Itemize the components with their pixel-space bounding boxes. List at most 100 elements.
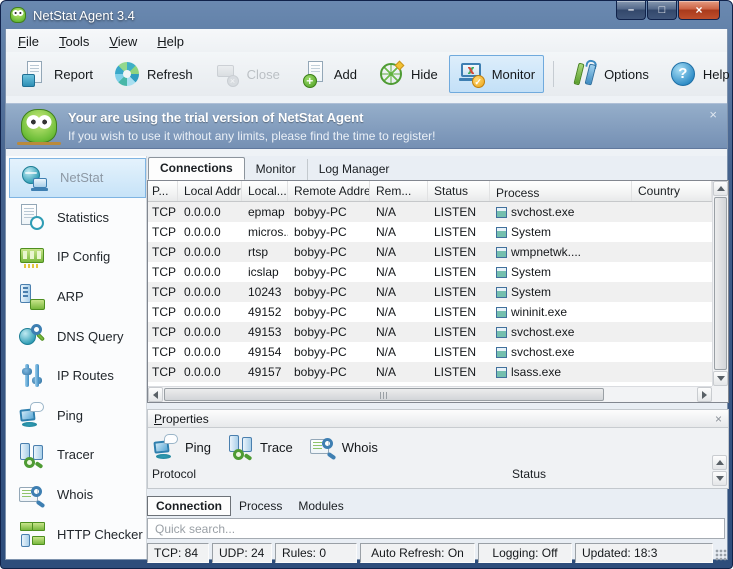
search-input[interactable] — [147, 518, 725, 539]
vertical-scroll-thumb[interactable] — [714, 197, 727, 370]
column-header-process[interactable]: Process — [490, 181, 632, 201]
detail-tab[interactable]: Connection — [147, 496, 231, 516]
toolbar-button[interactable]: Hide — [368, 55, 447, 93]
sidebar-item[interactable]: DNS Query — [6, 316, 146, 356]
column-header-status[interactable]: Status — [428, 181, 490, 201]
cell-local-address: 0.0.0.0 — [184, 265, 221, 279]
column-header-protocol[interactable]: P... — [148, 181, 178, 201]
toolbar-button[interactable]: Options — [553, 55, 658, 93]
tab[interactable]: Connections — [148, 157, 245, 180]
properties-mini-scrollbar[interactable] — [712, 455, 727, 487]
sidebar-item[interactable]: Ping — [6, 396, 146, 436]
scroll-left-button[interactable] — [148, 387, 163, 402]
table-row[interactable]: TCP 0.0.0.0 10243 bobyy-PC N/A LISTEN Sy… — [148, 282, 712, 302]
scroll-up-button[interactable] — [713, 181, 728, 196]
toolbar-button[interactable]: Close — [204, 55, 289, 93]
scroll-right-button[interactable] — [697, 387, 712, 402]
sidebar-item-label: Whois — [57, 487, 94, 503]
sidebar-item[interactable]: NetStat — [9, 158, 146, 198]
close-session-icon — [213, 60, 241, 88]
sidebar-item[interactable]: Statistics — [6, 198, 146, 238]
menu-file[interactable]: File — [18, 34, 39, 49]
sidebar-item-label: Ping — [57, 407, 84, 423]
table-row[interactable]: TCP 0.0.0.0 49153 bobyy-PC N/A LISTEN sv… — [148, 322, 712, 342]
sidebar-item[interactable]: ARP — [6, 277, 146, 317]
vertical-scrollbar[interactable] — [712, 181, 728, 386]
resize-grip[interactable] — [715, 549, 727, 561]
sidebar-item[interactable]: Whois — [6, 475, 146, 515]
cell-remote-port: N/A — [376, 225, 397, 239]
cell-process: svchost.exe — [490, 345, 632, 359]
sidebar-item[interactable]: HTTP Checker — [6, 514, 146, 554]
sidebar-item[interactable]: Tracer — [6, 435, 146, 475]
table-row[interactable]: TCP 0.0.0.0 49154 bobyy-PC N/A LISTEN sv… — [148, 342, 712, 362]
menu-tools[interactable]: Tools — [59, 34, 89, 49]
properties-close-icon[interactable]: × — [715, 412, 722, 426]
toolbar-button-label: Add — [333, 66, 357, 82]
refresh-icon — [113, 60, 141, 88]
toolbar-button[interactable]: Add — [291, 55, 366, 93]
toolbar-button[interactable]: Refresh — [104, 55, 202, 93]
cell-remote-address: bobyy-PC — [294, 325, 347, 339]
properties-tool-button[interactable]: Ping — [152, 433, 211, 461]
titlebar[interactable]: NetStat Agent 3.4 – □ × — [1, 1, 732, 29]
mini-scroll-up-button[interactable] — [712, 455, 727, 470]
cell-local-address: 0.0.0.0 — [184, 365, 221, 379]
column-header-country[interactable]: Country — [632, 181, 712, 201]
cell-remote-port: N/A — [376, 365, 397, 379]
cell-remote-address: bobyy-PC — [294, 305, 347, 319]
report-icon — [20, 60, 48, 88]
column-header-local-address[interactable]: Local Addr... — [178, 181, 242, 201]
menu-help[interactable]: Help — [157, 34, 184, 49]
banner-close-icon[interactable]: × — [709, 107, 717, 122]
tab[interactable]: Monitor — [245, 159, 307, 180]
sidebar-item[interactable]: IP Routes — [6, 356, 146, 396]
column-header-local-port[interactable]: Local... — [242, 181, 288, 201]
properties-tool-button[interactable]: Trace — [227, 433, 293, 461]
horizontal-scrollbar[interactable] — [148, 386, 712, 402]
toolbar-button[interactable]: Report — [11, 55, 102, 93]
cell-local-port: epmap — [248, 205, 285, 219]
horizontal-scroll-thumb[interactable] — [164, 388, 604, 401]
minimize-button[interactable]: – — [616, 1, 646, 20]
close-button[interactable]: × — [678, 1, 720, 20]
toolbar-button[interactable]: Help — [660, 55, 733, 93]
menu-view[interactable]: View — [109, 34, 137, 49]
toolbar: Report Refresh Close Add — [6, 52, 730, 96]
toolbar-button[interactable]: Monitor — [448, 55, 545, 93]
properties-tool-button[interactable]: Whois — [309, 433, 378, 461]
table-row[interactable]: TCP 0.0.0.0 micros... bobyy-PC N/A LISTE… — [148, 222, 712, 242]
cell-process: wmpnetwk.... — [490, 245, 632, 259]
cell-protocol: TCP — [152, 365, 176, 379]
cell-remote-address: bobyy-PC — [294, 205, 347, 219]
cell-local-port: 49152 — [248, 305, 282, 319]
table-row[interactable]: TCP 0.0.0.0 icslap bobyy-PC N/A LISTEN S… — [148, 262, 712, 282]
cell-remote-port: N/A — [376, 285, 397, 299]
tab[interactable]: Log Manager — [306, 159, 401, 180]
detail-tabs: Connection Process Modules — [147, 496, 352, 516]
protocol-field-label: Protocol — [152, 467, 197, 481]
column-header-remote-address[interactable]: Remote Address — [288, 181, 370, 201]
maximize-button[interactable]: □ — [647, 1, 677, 20]
mini-scroll-down-button[interactable] — [712, 471, 727, 486]
column-header-remote-port[interactable]: Rem... — [370, 181, 428, 201]
cell-local-port: rtsp — [248, 245, 269, 259]
detail-tab[interactable]: Process — [231, 497, 290, 515]
caption-buttons: – □ × — [615, 1, 720, 20]
process-icon — [496, 326, 507, 338]
trial-banner-title: Your are using the trial version of NetS… — [68, 110, 364, 125]
table-row[interactable]: TCP 0.0.0.0 49157 bobyy-PC N/A LISTEN ls… — [148, 362, 712, 382]
table-row[interactable]: TCP 0.0.0.0 epmap bobyy-PC N/A LISTEN sv… — [148, 202, 712, 222]
cell-protocol: TCP — [152, 345, 176, 359]
http-checker-icon — [18, 520, 46, 548]
toolbar-button-label: Help — [702, 66, 730, 82]
table-row[interactable]: TCP 0.0.0.0 rtsp bobyy-PC N/A LISTEN wmp… — [148, 242, 712, 262]
cell-process: System — [490, 265, 632, 279]
sidebar-item[interactable]: IP Config — [6, 237, 146, 277]
monitor-icon — [458, 60, 486, 88]
cell-status: LISTEN — [434, 265, 477, 279]
table-row[interactable]: TCP 0.0.0.0 49152 bobyy-PC N/A LISTEN wi… — [148, 302, 712, 322]
scroll-down-button[interactable] — [713, 371, 728, 386]
detail-tab[interactable]: Modules — [290, 497, 351, 515]
cell-process: System — [490, 285, 632, 299]
